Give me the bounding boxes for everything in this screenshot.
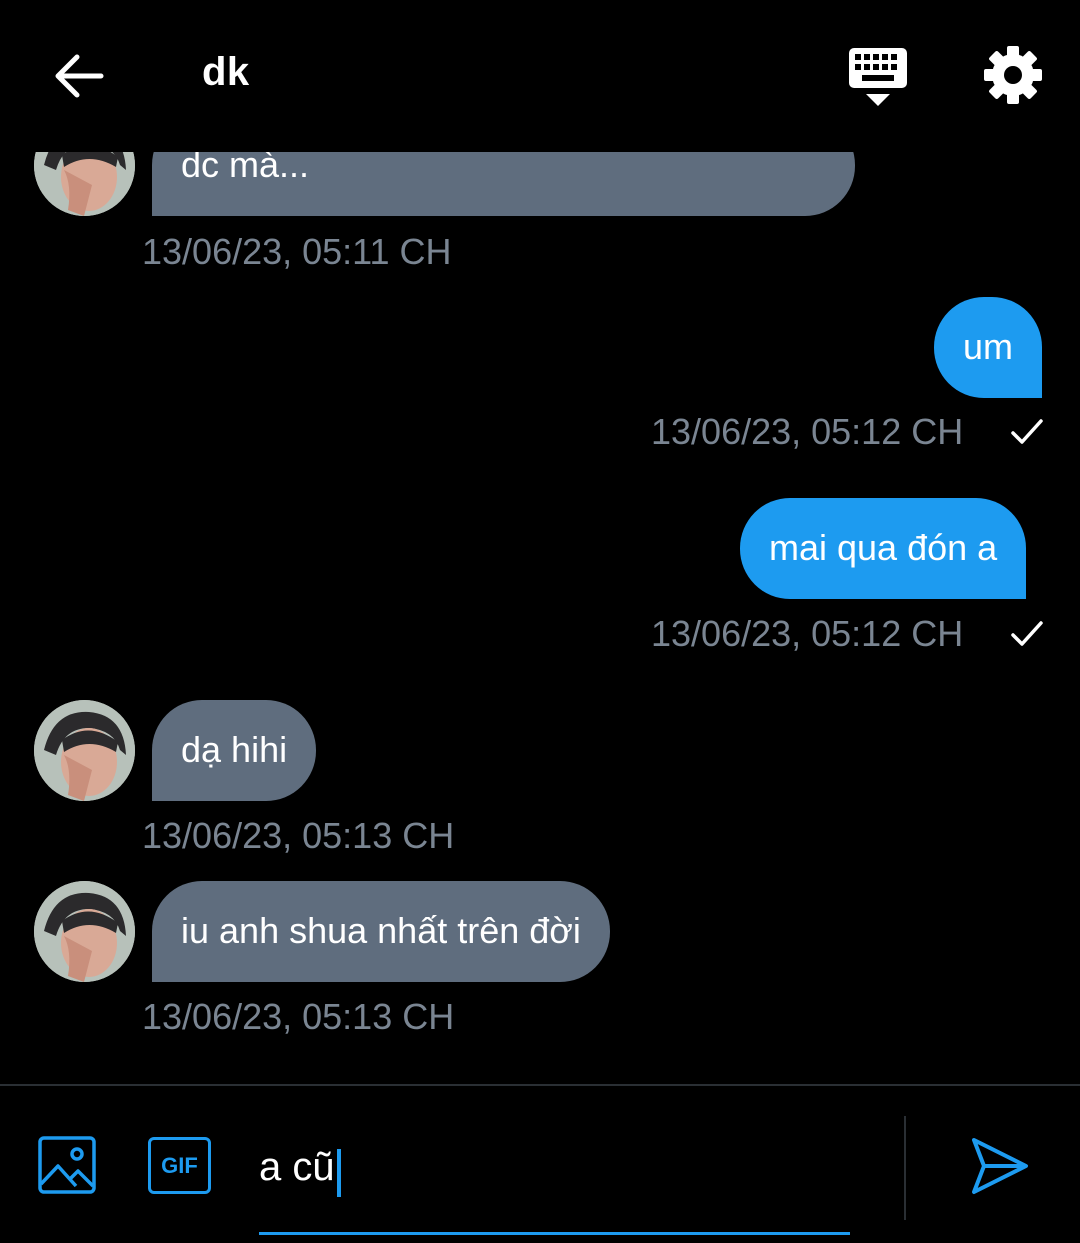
- arrow-left-icon: [55, 54, 104, 98]
- chat-header: dk: [0, 0, 1080, 152]
- message-text: iu anh shua nhất trên đời: [181, 910, 581, 951]
- gear-icon: [984, 46, 1042, 104]
- message-timestamp: 13/06/23, 05:12 CH: [651, 411, 964, 452]
- message-bubble-outgoing[interactable]: mai qua đón a: [740, 498, 1027, 599]
- settings-button[interactable]: [978, 40, 1048, 110]
- avatar[interactable]: [34, 700, 135, 801]
- keyboard-shortcuts-button[interactable]: [842, 44, 914, 110]
- message-timestamp: 13/06/23, 05:12 CH: [651, 613, 964, 654]
- checkmark-icon: [1011, 621, 1043, 646]
- message-text: dc mà...: [181, 152, 310, 185]
- message-text: dạ hihi: [181, 729, 288, 770]
- add-gif-button[interactable]: GIF: [148, 1137, 211, 1194]
- message-timestamp: 13/06/23, 05:13 CH: [142, 996, 455, 1037]
- chat-title: dk: [202, 50, 250, 94]
- message-input[interactable]: a cũ: [259, 1132, 850, 1238]
- send-divider: [904, 1116, 906, 1220]
- composer-divider: [0, 1084, 1080, 1086]
- profile-photo: [34, 881, 135, 982]
- message-timestamp: 13/06/23, 05:11 CH: [142, 231, 452, 272]
- profile-photo: [34, 700, 135, 801]
- text-caret: [336, 1148, 341, 1197]
- message-bubble-incoming[interactable]: dạ hihi: [152, 700, 317, 801]
- send-icon: [972, 1138, 1028, 1194]
- message-text: mai qua đón a: [769, 527, 998, 568]
- back-button[interactable]: [44, 44, 114, 108]
- message-input-value: a cũ: [259, 1145, 335, 1189]
- message-bubble-incoming[interactable]: iu anh shua nhất trên đời: [152, 881, 610, 982]
- profile-photo: [34, 152, 135, 216]
- add-image-button[interactable]: [38, 1136, 96, 1194]
- send-button[interactable]: [968, 1134, 1032, 1198]
- gif-label: GIF: [161, 1152, 198, 1178]
- input-focus-underline: [259, 1232, 850, 1235]
- message-timestamp: 13/06/23, 05:13 CH: [142, 815, 455, 856]
- message-bubble-outgoing[interactable]: um: [934, 297, 1043, 398]
- checkmark-icon: [1011, 419, 1043, 444]
- avatar[interactable]: [34, 152, 135, 216]
- avatar[interactable]: [34, 881, 135, 982]
- image-icon: [38, 1136, 96, 1194]
- message-bubble-incoming[interactable]: dc mà...: [152, 152, 855, 216]
- message-text: um: [963, 326, 1014, 367]
- message-list[interactable]: dc mà... 13/06/23, 05:11 CH um 13/06/23,…: [0, 152, 1080, 1084]
- keyboard-icon: [849, 48, 907, 106]
